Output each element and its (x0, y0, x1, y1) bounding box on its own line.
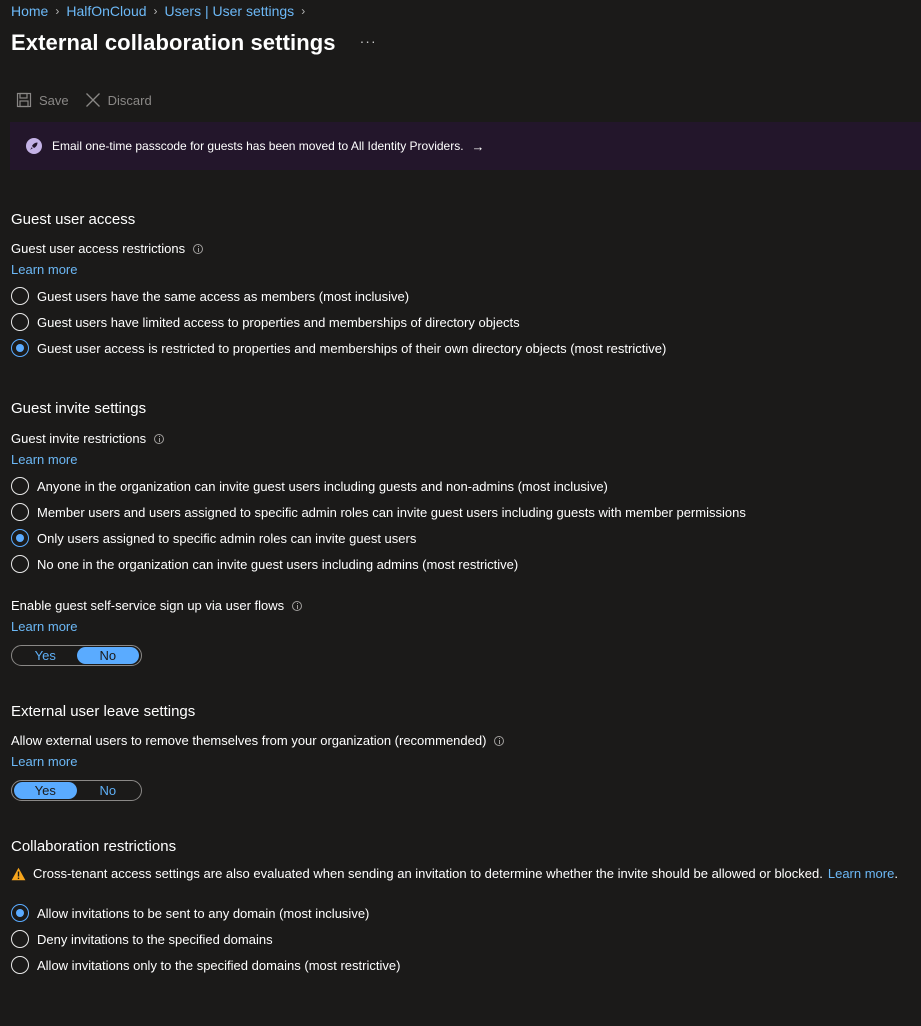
guest-invite-option-0[interactable]: Anyone in the organization can invite gu… (11, 477, 608, 495)
chevron-right-icon: › (55, 4, 60, 18)
radio-button[interactable] (11, 956, 29, 974)
info-icon[interactable] (494, 735, 505, 746)
close-icon (85, 93, 100, 107)
guest-access-option-0[interactable]: Guest users have the same access as memb… (11, 287, 409, 305)
radio-button[interactable] (11, 555, 29, 573)
guest-access-option-2[interactable]: Guest user access is restricted to prope… (11, 339, 666, 357)
banner-text: Email one-time passcode for guests has b… (52, 139, 464, 153)
radio-label: Only users assigned to specific admin ro… (37, 530, 417, 546)
guest-invite-option-2[interactable]: Only users assigned to specific admin ro… (11, 529, 416, 547)
warning-learn-more[interactable]: Learn more (828, 866, 894, 881)
section-collaboration-restrictions: Collaboration restrictions (11, 838, 177, 855)
guest-invite-option-1[interactable]: Member users and users assigned to speci… (11, 503, 746, 521)
save-button[interactable]: Save (16, 92, 69, 108)
page: Home › HalfOnCloud › Users | User settin… (0, 0, 921, 1026)
radio-button[interactable] (11, 313, 29, 331)
self-service-signup-text: Enable guest self-service sign up via us… (11, 598, 285, 613)
radio-button-checked[interactable] (11, 339, 29, 357)
radio-button-checked[interactable] (11, 529, 29, 547)
leave-text: Allow external users to remove themselve… (11, 733, 487, 748)
guest-access-learn-more[interactable]: Learn more (11, 262, 77, 277)
radio-label: Guest users have the same access as memb… (37, 288, 410, 304)
info-icon[interactable] (193, 243, 204, 254)
leave-toggle[interactable]: Yes No (11, 780, 142, 801)
breadcrumb-tenant[interactable]: HalfOnCloud (66, 3, 146, 19)
chevron-right-icon: › (301, 4, 306, 18)
section-guest-invite-settings: Guest invite settings (11, 400, 147, 417)
guest-access-option-1[interactable]: Guest users have limited access to prope… (11, 313, 520, 331)
info-icon[interactable] (154, 433, 165, 444)
radio-label: Guest users have limited access to prope… (37, 314, 520, 330)
guest-invite-option-3[interactable]: No one in the organization can invite gu… (11, 555, 518, 573)
radio-label: Deny invitations to the specified domain… (37, 931, 273, 947)
more-options-button[interactable]: ··· (360, 33, 377, 49)
toggle-option-yes[interactable]: Yes (14, 647, 77, 664)
page-title: External collaboration settings (11, 30, 336, 55)
section-external-user-leave: External user leave settings (11, 703, 196, 720)
command-bar: Save Discard (16, 92, 152, 108)
guest-invite-restrictions-text: Guest invite restrictions (11, 431, 147, 446)
toggle-option-yes[interactable]: Yes (14, 782, 77, 799)
save-label: Save (39, 92, 69, 108)
radio-button[interactable] (11, 930, 29, 948)
breadcrumb: Home › HalfOnCloud › Users | User settin… (11, 3, 312, 19)
radio-label: Anyone in the organization can invite gu… (37, 478, 608, 494)
self-service-toggle[interactable]: Yes No (11, 645, 142, 666)
leave-learn-more[interactable]: Learn more (11, 754, 77, 769)
collab-option-2[interactable]: Allow invitations only to the specified … (11, 956, 400, 974)
guest-access-restrictions-label: Guest user access restrictions (11, 241, 204, 256)
warning-period: . (894, 866, 898, 881)
collab-option-1[interactable]: Deny invitations to the specified domain… (11, 930, 273, 948)
arrow-right-icon[interactable]: → (472, 139, 485, 154)
guest-invite-restrictions-label: Guest invite restrictions (11, 431, 165, 446)
leave-label: Allow external users to remove themselve… (11, 733, 505, 748)
radio-button-checked[interactable] (11, 904, 29, 922)
collab-option-0[interactable]: Allow invitations to be sent to any doma… (11, 904, 369, 922)
radio-label: Member users and users assigned to speci… (37, 504, 746, 520)
breadcrumb-user-settings[interactable]: Users | User settings (165, 3, 295, 19)
info-icon[interactable] (292, 600, 303, 611)
toggle-option-no[interactable]: No (77, 782, 140, 799)
guest-invite-learn-more[interactable]: Learn more (11, 452, 77, 467)
radio-label: Guest user access is restricted to prope… (37, 340, 667, 356)
warning-icon (11, 867, 26, 880)
discard-button[interactable]: Discard (85, 92, 152, 108)
radio-button[interactable] (11, 477, 29, 495)
rocket-icon (26, 138, 42, 154)
radio-label: Allow invitations only to the specified … (37, 957, 401, 973)
warning-text: Cross-tenant access settings are also ev… (33, 866, 823, 881)
section-guest-user-access: Guest user access (11, 211, 136, 228)
breadcrumb-home[interactable]: Home (11, 3, 48, 19)
radio-button[interactable] (11, 287, 29, 305)
self-service-signup-label: Enable guest self-service sign up via us… (11, 598, 303, 613)
radio-label: No one in the organization can invite gu… (37, 556, 519, 572)
cross-tenant-warning: Cross-tenant access settings are also ev… (11, 866, 898, 881)
self-service-learn-more[interactable]: Learn more (11, 619, 77, 634)
radio-button[interactable] (11, 503, 29, 521)
radio-label: Allow invitations to be sent to any doma… (37, 905, 370, 921)
chevron-right-icon: › (153, 4, 158, 18)
guest-access-restrictions-text: Guest user access restrictions (11, 241, 186, 256)
info-banner: Email one-time passcode for guests has b… (10, 122, 921, 170)
toggle-option-no[interactable]: No (76, 647, 139, 664)
title-row: External collaboration settings ··· (11, 30, 377, 56)
save-icon (16, 92, 32, 108)
discard-label: Discard (107, 92, 152, 108)
